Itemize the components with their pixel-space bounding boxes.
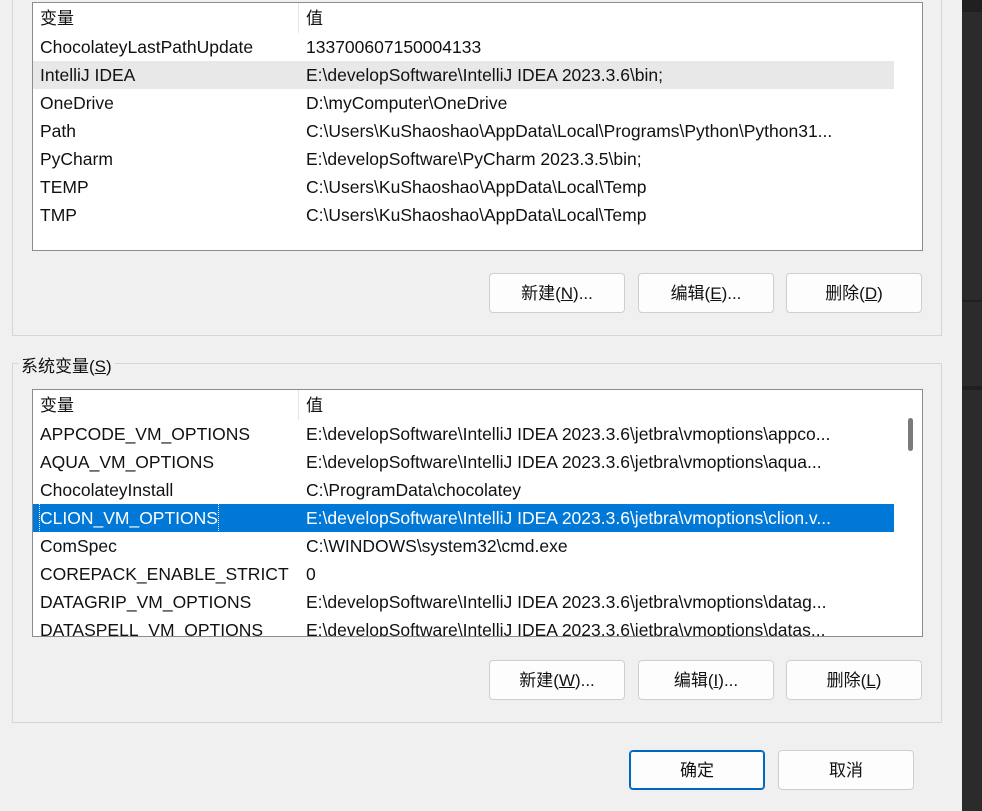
var-name: DATAGRIP_VM_OPTIONS [40, 592, 252, 612]
button-label-suffix: )... [718, 671, 739, 690]
var-name: ChocolateyLastPathUpdate [40, 37, 254, 57]
access-key: N [560, 284, 574, 303]
system-delete-button[interactable]: 删除(L) [786, 660, 922, 700]
user-variables-header: 变量 值 [33, 3, 894, 33]
background-window-segment [962, 302, 982, 386]
var-name: Path [40, 121, 76, 141]
var-value: C:\WINDOWS\system32\cmd.exe [306, 536, 568, 556]
var-value: E:\developSoftware\IntelliJ IDEA 2023.3.… [306, 508, 831, 528]
var-value: C:\ProgramData\chocolatey [306, 480, 521, 500]
var-value: E:\developSoftware\PyCharm 2023.3.5\bin; [306, 149, 642, 169]
user-edit-button[interactable]: 编辑(E)... [638, 273, 774, 313]
system-variables-header: 变量 值 [33, 390, 894, 420]
button-label-suffix: ) [877, 284, 883, 303]
system-variables-label: 系统变量(S) [18, 352, 115, 377]
var-value: C:\Users\KuShaoshao\AppData\Local\Progra… [306, 121, 833, 141]
var-name: PyCharm [40, 149, 113, 169]
var-value: D:\myComputer\OneDrive [306, 93, 508, 113]
user-var-row[interactable]: PyCharm E:\developSoftware\PyCharm 2023.… [33, 145, 894, 173]
var-value: C:\Users\KuShaoshao\AppData\Local\Temp [306, 177, 647, 197]
background-window-segment [962, 390, 982, 811]
system-var-row[interactable]: ChocolateyInstall C:\ProgramData\chocola… [33, 476, 894, 504]
button-label-suffix: ) [875, 671, 882, 690]
column-header-value[interactable]: 值 [299, 3, 894, 33]
system-var-row[interactable]: APPCODE_VM_OPTIONS E:\developSoftware\In… [33, 420, 894, 448]
system-new-button[interactable]: 新建(W)... [489, 660, 625, 700]
button-label-suffix: )... [721, 284, 742, 303]
user-var-row[interactable]: IntelliJ IDEA E:\developSoftware\Intelli… [33, 61, 894, 89]
var-value: C:\Users\KuShaoshao\AppData\Local\Temp [306, 205, 647, 225]
button-label: 删除( [825, 284, 865, 303]
background-window-segment [962, 12, 982, 300]
var-value: E:\developSoftware\IntelliJ IDEA 2023.3.… [306, 620, 826, 637]
var-value: E:\developSoftware\IntelliJ IDEA 2023.3.… [306, 65, 664, 85]
button-label: 新建( [521, 284, 561, 303]
var-value: E:\developSoftware\IntelliJ IDEA 2023.3.… [306, 592, 827, 612]
access-key: W [558, 671, 575, 690]
user-var-row[interactable]: TEMP C:\Users\KuShaoshao\AppData\Local\T… [33, 173, 894, 201]
var-value: E:\developSoftware\IntelliJ IDEA 2023.3.… [306, 452, 822, 472]
ok-button[interactable]: 确定 [629, 750, 765, 790]
access-key: E [710, 284, 722, 303]
system-var-row[interactable]: AQUA_VM_OPTIONS E:\developSoftware\Intel… [33, 448, 894, 476]
var-name: APPCODE_VM_OPTIONS [40, 424, 251, 444]
button-label: 编辑( [670, 284, 711, 303]
system-var-row[interactable]: DATAGRIP_VM_OPTIONS E:\developSoftware\I… [33, 588, 894, 616]
button-label: 编辑( [673, 671, 714, 690]
cancel-button[interactable]: 取消 [778, 750, 914, 790]
group-label-suffix: ) [106, 357, 112, 376]
button-label: 删除( [826, 671, 867, 690]
user-var-row[interactable]: ChocolateyLastPathUpdate 133700607150004… [33, 33, 894, 61]
var-name: TMP [40, 205, 77, 225]
column-header-name[interactable]: 变量 [33, 390, 299, 420]
var-name: TEMP [40, 177, 89, 197]
group-label-text: 系统变量( [21, 357, 95, 376]
access-key: D [864, 284, 878, 303]
var-name: ComSpec [40, 536, 117, 556]
var-name: ChocolateyInstall [40, 480, 174, 500]
system-var-row[interactable]: COREPACK_ENABLE_STRICT 0 [33, 560, 894, 588]
user-variables-list[interactable]: 变量 值 ChocolateyLastPathUpdate 1337006071… [32, 2, 923, 251]
user-new-button[interactable]: 新建(N)... [489, 273, 625, 313]
access-key: L [866, 671, 876, 690]
var-name: AQUA_VM_OPTIONS [40, 452, 215, 472]
user-var-row[interactable]: Path C:\Users\KuShaoshao\AppData\Local\P… [33, 117, 894, 145]
system-var-row[interactable]: DATASPELL_VM_OPTIONS E:\developSoftware\… [33, 616, 894, 637]
button-label-suffix: )... [573, 284, 593, 303]
button-label-suffix: )... [574, 671, 595, 690]
var-name: OneDrive [40, 93, 114, 113]
var-value: 133700607150004133 [306, 37, 482, 57]
system-var-row-selected[interactable]: CLION_VM_OPTIONS E:\developSoftware\Inte… [33, 503, 894, 533]
background-window-edge [962, 0, 982, 811]
var-name: DATASPELL_VM_OPTIONS [40, 620, 264, 637]
var-name: COREPACK_ENABLE_STRICT [40, 564, 289, 584]
scrollbar-thumb[interactable] [908, 418, 913, 451]
column-header-name[interactable]: 变量 [33, 3, 299, 33]
var-name: CLION_VM_OPTIONS [39, 503, 219, 533]
user-var-row[interactable]: OneDrive D:\myComputer\OneDrive [33, 89, 894, 117]
user-var-row[interactable]: TMP C:\Users\KuShaoshao\AppData\Local\Te… [33, 201, 894, 229]
var-name: IntelliJ IDEA [40, 65, 136, 85]
system-variables-scrollbar[interactable] [894, 390, 922, 636]
button-label: 新建( [519, 671, 559, 690]
system-edit-button[interactable]: 编辑(I)... [638, 660, 774, 700]
system-var-row[interactable]: ComSpec C:\WINDOWS\system32\cmd.exe [33, 532, 894, 560]
system-variables-list[interactable]: 变量 值 APPCODE_VM_OPTIONS E:\developSoftwa… [32, 389, 923, 637]
var-value: E:\developSoftware\IntelliJ IDEA 2023.3.… [306, 424, 831, 444]
user-delete-button[interactable]: 删除(D) [786, 273, 922, 313]
var-value: 0 [306, 564, 316, 584]
column-header-value[interactable]: 值 [299, 390, 894, 420]
access-key: S [94, 357, 107, 376]
